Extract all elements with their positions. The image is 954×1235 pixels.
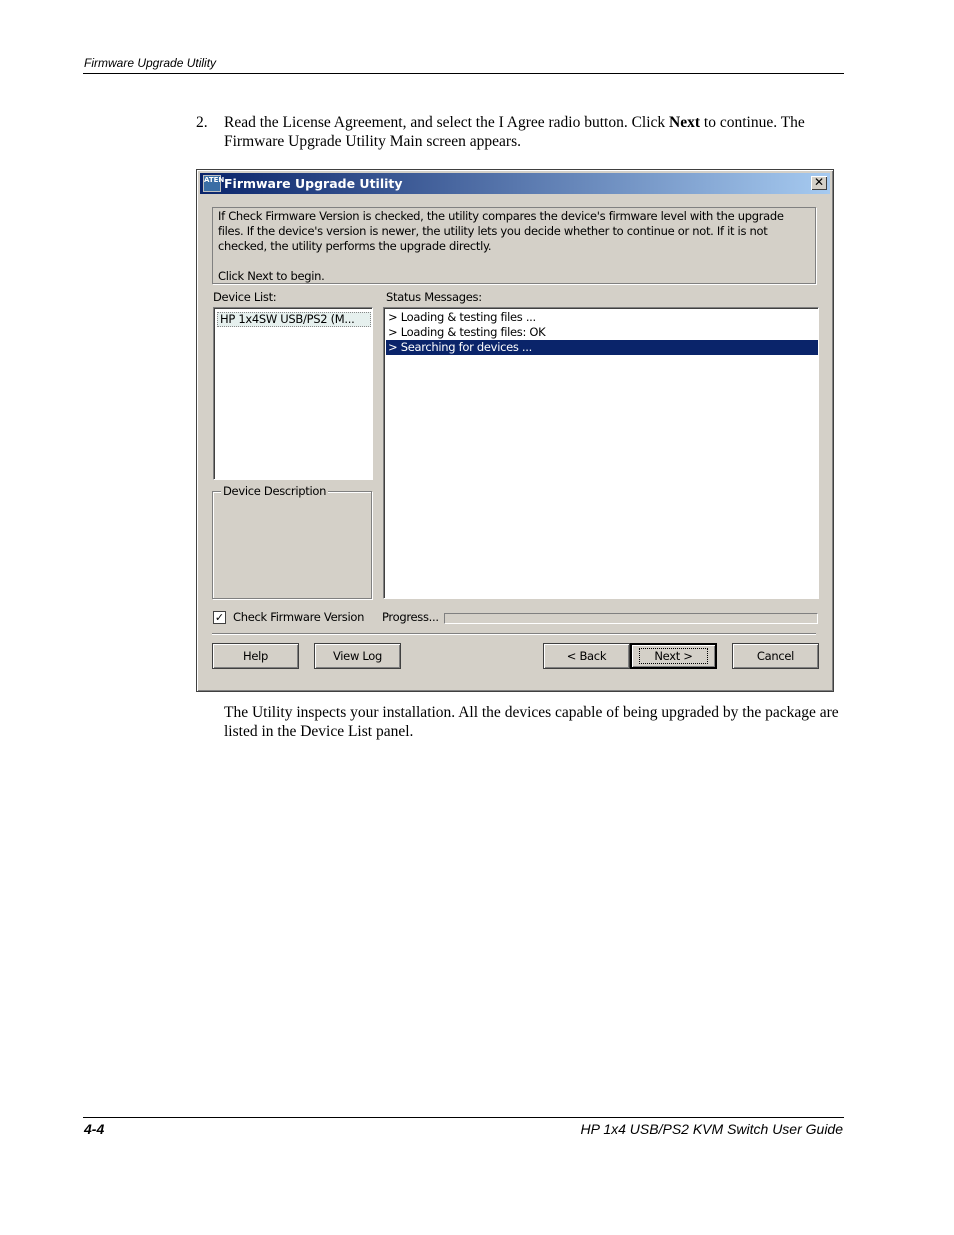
step-text-bold: Next (669, 114, 701, 131)
status-message: > Loading & testing files ... (388, 310, 536, 324)
step-number: 2. (196, 114, 208, 131)
dialog-title: Firmware Upgrade Utility (224, 176, 403, 191)
info-line: files. If the device's version is newer,… (218, 224, 768, 238)
view-log-button[interactable]: View Log (314, 643, 401, 669)
device-description-group: Device Description (212, 484, 372, 599)
firmware-upgrade-dialog: ATEN Firmware Upgrade Utility ✕ If Check… (196, 169, 834, 692)
info-box: If Check Firmware Version is checked, th… (212, 207, 816, 284)
step-text-before: Read the License Agreement, and select t… (224, 114, 670, 131)
status-message: > Loading & testing files: OK (388, 325, 546, 339)
help-button[interactable]: Help (212, 643, 299, 669)
progress-label: Progress... (382, 610, 439, 624)
device-list-label: Device List: (213, 290, 277, 304)
back-button[interactable]: < Back (543, 643, 630, 669)
page-number: 4-4 (84, 1121, 105, 1137)
status-messages-label: Status Messages: (386, 290, 482, 304)
device-list[interactable]: HP 1x4SW USB/PS2 (M... (213, 307, 373, 480)
running-header: Firmware Upgrade Utility (84, 56, 217, 70)
close-icon[interactable]: ✕ (811, 176, 827, 190)
check-firmware-checkbox[interactable]: ✓ (213, 611, 226, 624)
info-line: checked, the utility performs the upgrad… (218, 239, 492, 253)
status-messages-list[interactable]: > Loading & testing files ... > Loading … (383, 307, 819, 599)
step-text: Read the License Agreement, and select t… (224, 113, 846, 151)
info-line: Click Next to begin. (218, 269, 325, 283)
device-description-label: Device Description (221, 484, 329, 498)
guide-title: HP 1x4 USB/PS2 KVM Switch User Guide (580, 1121, 843, 1137)
button-separator (212, 633, 816, 635)
next-button[interactable]: Next > (630, 643, 717, 669)
dialog-titlebar[interactable]: ATEN Firmware Upgrade Utility ✕ (200, 173, 830, 194)
cancel-button[interactable]: Cancel (732, 643, 819, 669)
check-firmware-label[interactable]: Check Firmware Version (233, 610, 364, 624)
app-icon: ATEN (203, 175, 224, 192)
footer-rule (83, 1117, 844, 1118)
device-list-item[interactable]: HP 1x4SW USB/PS2 (M... (217, 312, 371, 327)
next-button-label: Next > (639, 648, 708, 664)
info-line: If Check Firmware Version is checked, th… (218, 209, 784, 223)
status-message-selected: > Searching for devices ... (386, 340, 818, 355)
header-rule (83, 73, 844, 74)
progress-bar (444, 613, 818, 624)
body-paragraph: The Utility inspects your installation. … (224, 704, 839, 740)
